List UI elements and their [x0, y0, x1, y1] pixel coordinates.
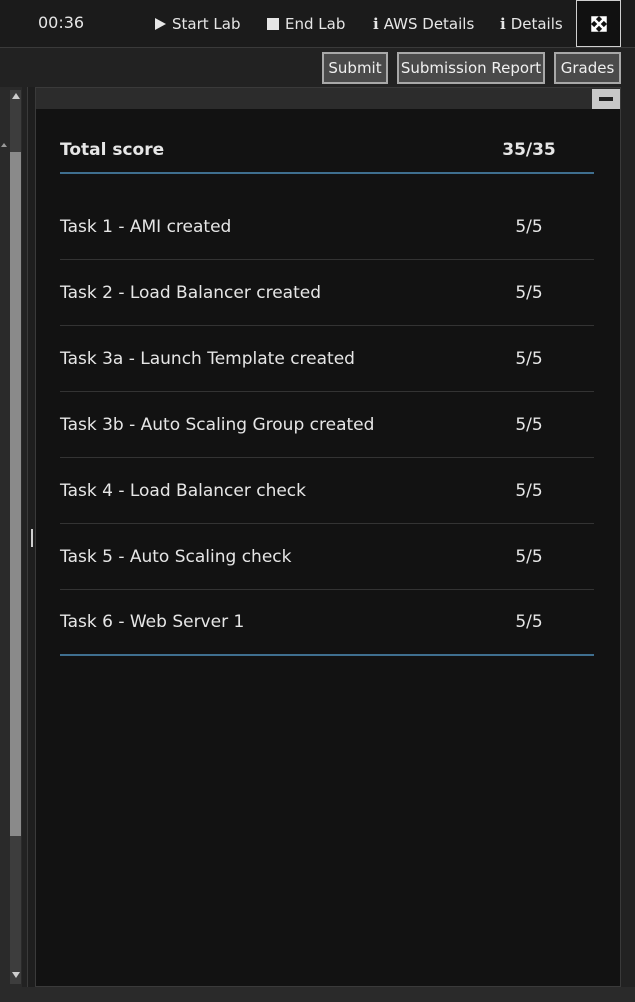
end-lab-label: End Lab: [285, 15, 346, 33]
score-table: Total score 35/35 Task 1 - AMI created 5…: [60, 128, 594, 656]
stop-icon: [267, 18, 279, 30]
aws-details-button[interactable]: i AWS Details: [373, 13, 474, 35]
lab-timer: 00:36: [38, 13, 85, 32]
details-label: Details: [510, 15, 563, 33]
minus-icon: [599, 97, 613, 101]
task-row: Task 1 - AMI created 5/5: [60, 194, 594, 260]
expand-icon: [590, 15, 607, 32]
scroll-up-icon[interactable]: [1, 143, 7, 147]
panel-header: [36, 88, 620, 109]
info-icon: i: [373, 15, 379, 33]
end-lab-button[interactable]: End Lab: [267, 13, 345, 35]
task-name: Task 3a - Launch Template created: [60, 348, 355, 369]
top-toolbar: 00:36 Start Lab End Lab i AWS Details i …: [0, 0, 635, 48]
task-name: Task 4 - Load Balancer check: [60, 480, 307, 501]
task-score: 5/5: [515, 612, 543, 632]
task-row: Task 6 - Web Server 1 5/5: [60, 590, 594, 656]
task-name: Task 5 - Auto Scaling check: [60, 546, 292, 567]
task-row: Task 3b - Auto Scaling Group created 5/5: [60, 392, 594, 458]
minimize-button[interactable]: [592, 89, 620, 109]
task-row: Task 4 - Load Balancer check 5/5: [60, 458, 594, 524]
submit-button[interactable]: Submit: [322, 52, 388, 84]
grades-button[interactable]: Grades: [554, 52, 621, 84]
splitter-grip-icon[interactable]: [31, 529, 33, 547]
info-icon: i: [500, 15, 506, 33]
task-score: 5/5: [515, 216, 543, 237]
task-name: Task 3b - Auto Scaling Group created: [60, 414, 375, 435]
task-score: 5/5: [515, 480, 543, 501]
task-row: Task 2 - Load Balancer created 5/5: [60, 260, 594, 326]
task-row: Task 3a - Launch Template created 5/5: [60, 326, 594, 392]
total-score-value: 35/35: [502, 140, 556, 160]
aws-details-label: AWS Details: [383, 15, 475, 33]
task-score: 5/5: [515, 546, 543, 567]
task-name: Task 6 - Web Server 1: [60, 612, 245, 632]
task-score: 5/5: [515, 414, 543, 435]
task-name: Task 1 - AMI created: [60, 216, 232, 237]
grades-panel: Total score 35/35 Task 1 - AMI created 5…: [35, 87, 621, 987]
submission-report-button[interactable]: Submission Report: [397, 52, 545, 84]
start-lab-button[interactable]: Start Lab: [155, 13, 240, 35]
total-score-row: Total score 35/35: [60, 128, 594, 174]
fullscreen-button[interactable]: [576, 0, 621, 47]
total-score-label: Total score: [60, 140, 165, 160]
start-lab-label: Start Lab: [172, 15, 241, 33]
task-score: 5/5: [515, 348, 543, 369]
play-icon: [155, 18, 166, 30]
task-row: Task 5 - Auto Scaling check 5/5: [60, 524, 594, 590]
scroll-up-arrow-icon[interactable]: [12, 93, 20, 99]
task-name: Task 2 - Load Balancer created: [60, 282, 321, 303]
scrollbar-thumb[interactable]: [10, 152, 21, 836]
bottom-edge: [0, 987, 635, 1002]
scroll-down-arrow-icon[interactable]: [12, 972, 20, 978]
details-button[interactable]: i Details: [500, 13, 563, 35]
task-score: 5/5: [515, 282, 543, 303]
